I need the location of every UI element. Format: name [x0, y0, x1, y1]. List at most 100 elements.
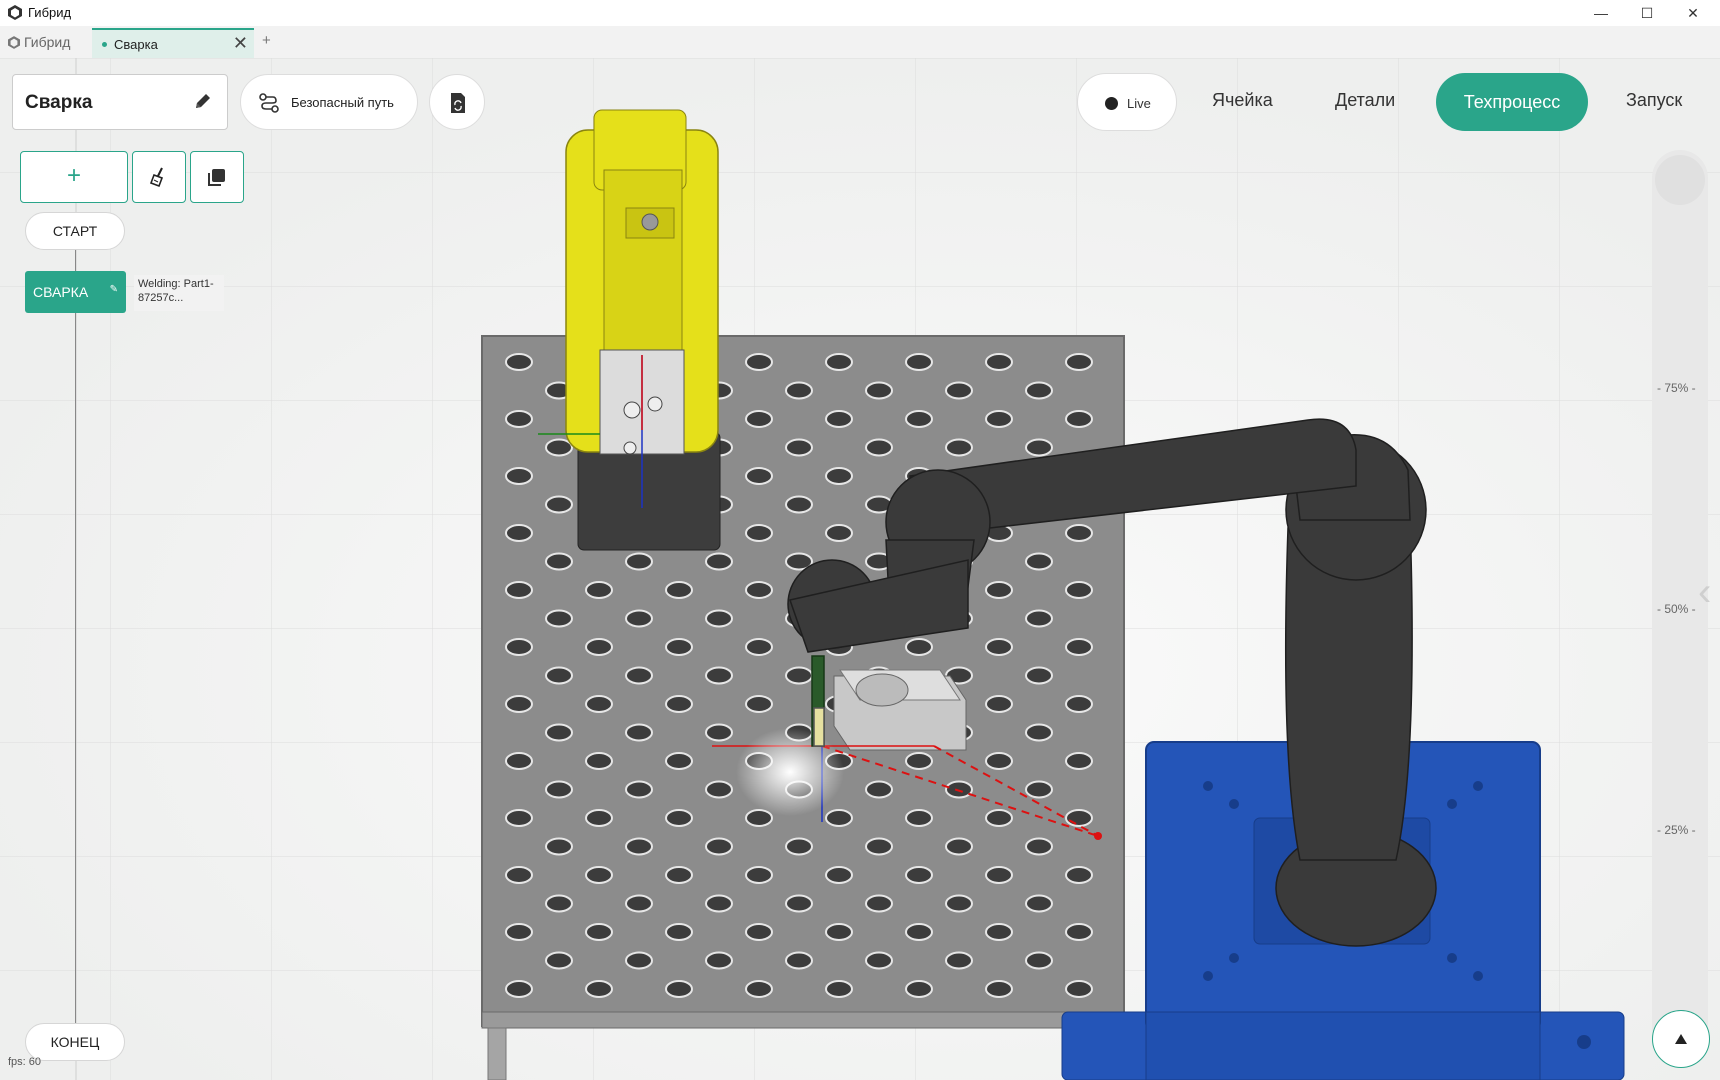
- table-hole: [625, 894, 653, 913]
- table-hole: [985, 695, 1013, 713]
- pencil-icon[interactable]: ✎: [110, 284, 118, 295]
- table-hole: [1065, 410, 1093, 428]
- table-hole: [905, 809, 933, 827]
- table-hole: [665, 581, 693, 599]
- table-hole: [625, 609, 653, 628]
- table-hole: [1065, 638, 1093, 656]
- table-hole: [505, 980, 533, 998]
- start-node[interactable]: СТАРТ: [25, 212, 125, 250]
- home-tab[interactable]: Гибрид: [8, 34, 70, 50]
- table-hole: [745, 581, 773, 599]
- table-hole: [625, 951, 653, 970]
- flow-connector: [75, 250, 76, 272]
- table-hole: [505, 467, 533, 485]
- table-hole: [505, 752, 533, 770]
- safe-path-label: Безопасный путь: [291, 95, 394, 110]
- zoom-tick-75: - 75% -: [1657, 381, 1696, 395]
- plus-icon: +: [66, 162, 81, 189]
- table-hole: [505, 353, 533, 371]
- live-toggle[interactable]: Live: [1077, 73, 1177, 131]
- close-window-button[interactable]: ✕: [1676, 2, 1710, 24]
- table-hole: [1065, 353, 1093, 371]
- table-hole: [585, 638, 613, 656]
- flow-connector: [75, 313, 76, 1023]
- table-hole: [745, 695, 773, 713]
- new-tab-button[interactable]: +: [262, 32, 271, 49]
- table-hole: [505, 809, 533, 827]
- table-hole: [505, 923, 533, 941]
- table-hole: [665, 866, 693, 884]
- table-hole: [545, 609, 573, 628]
- table-hole: [865, 438, 893, 457]
- table-hole: [1065, 581, 1093, 599]
- table-hole: [785, 894, 813, 913]
- 3d-viewport[interactable]: [0, 58, 1720, 1080]
- table-hole: [585, 809, 613, 827]
- table-hole: [865, 837, 893, 856]
- title-bar: Гибрид — ☐ ✕: [0, 0, 1720, 26]
- table-hole: [505, 866, 533, 884]
- table-hole: [625, 666, 653, 685]
- pencil-icon[interactable]: [193, 91, 213, 111]
- close-tab-button[interactable]: ✕: [233, 33, 248, 54]
- table-hole: [545, 666, 573, 685]
- copy-icon: [208, 169, 225, 186]
- table-hole: [745, 980, 773, 998]
- table-hole: [1025, 894, 1053, 913]
- unsaved-dot-icon: [102, 42, 107, 47]
- table-hole: [1065, 866, 1093, 884]
- table-hole: [825, 980, 853, 998]
- table-hole: [505, 638, 533, 656]
- table-hole: [865, 780, 893, 799]
- table-hole: [545, 552, 573, 571]
- table-hole: [785, 438, 813, 457]
- table-hole: [905, 410, 933, 428]
- table-hole: [625, 552, 653, 571]
- welding-step-node[interactable]: СВАРКА ✎: [25, 271, 126, 313]
- table-hole: [745, 809, 773, 827]
- table-hole: [1025, 666, 1053, 685]
- table-hole: [785, 495, 813, 514]
- table-hole: [665, 923, 693, 941]
- table-hole: [745, 353, 773, 371]
- table-hole: [825, 866, 853, 884]
- tab-process[interactable]: Техпроцесс: [1436, 73, 1588, 131]
- table-hole: [825, 524, 853, 542]
- table-hole: [905, 980, 933, 998]
- table-hole: [985, 923, 1013, 941]
- table-hole: [745, 923, 773, 941]
- tab-welding[interactable]: Сварка ✕: [92, 28, 254, 58]
- table-hole: [1065, 923, 1093, 941]
- triangle-up-icon: [1675, 1034, 1687, 1044]
- tab-launch[interactable]: Запуск: [1626, 90, 1682, 111]
- table-hole: [905, 752, 933, 770]
- scene-canvas[interactable]: [0, 58, 1720, 1080]
- table-hole: [905, 923, 933, 941]
- table-hole: [1025, 609, 1053, 628]
- duplicate-button[interactable]: [190, 151, 244, 203]
- chevron-left-icon[interactable]: ‹: [1698, 570, 1711, 615]
- maximize-button[interactable]: ☐: [1630, 2, 1664, 24]
- table-hole: [1065, 980, 1093, 998]
- tab-parts[interactable]: Детали: [1335, 90, 1395, 111]
- add-step-button[interactable]: +: [20, 151, 128, 203]
- welding-step-label: СВАРКА: [33, 284, 89, 300]
- clear-button[interactable]: [132, 151, 186, 203]
- table-hole: [545, 837, 573, 856]
- zoom-slider-handle[interactable]: [1655, 155, 1705, 205]
- record-dot-icon: [1105, 97, 1118, 110]
- zoom-tick-50: - 50% -: [1657, 602, 1696, 616]
- broom-icon: [149, 167, 164, 188]
- minimize-button[interactable]: —: [1584, 2, 1618, 24]
- sync-button[interactable]: [429, 74, 485, 130]
- process-name-field[interactable]: Сварка: [12, 74, 228, 130]
- table-hole: [1025, 552, 1053, 571]
- tab-label: Сварка: [114, 37, 158, 52]
- table-hole: [705, 609, 733, 628]
- table-hole: [825, 410, 853, 428]
- safe-path-button[interactable]: Безопасный путь: [240, 74, 418, 130]
- play-button[interactable]: [1652, 1010, 1710, 1068]
- table-hole: [945, 780, 973, 799]
- tab-cell[interactable]: Ячейка: [1212, 90, 1273, 111]
- tab-bar: Гибрид Сварка ✕ +: [0, 26, 1720, 59]
